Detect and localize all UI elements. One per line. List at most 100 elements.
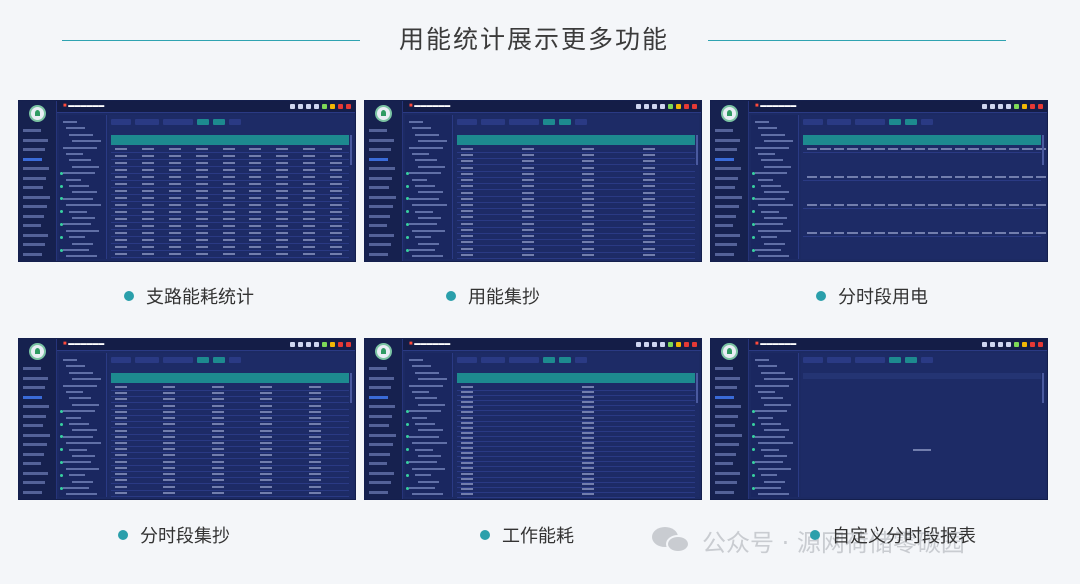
table-cell (163, 479, 176, 482)
device-tree-panel (405, 115, 453, 259)
tree-node-status-icon (406, 460, 409, 464)
thumbnail-working-energy[interactable]: ■ ▬▬▬▬▬▬ (364, 338, 702, 500)
tree-node-status-icon (60, 171, 63, 175)
table-cell (249, 176, 262, 178)
table-cell (168, 169, 181, 171)
table-cell (461, 185, 473, 188)
table-row (111, 222, 349, 223)
tree-node (418, 140, 447, 143)
table-cell (168, 239, 181, 241)
tree-node (758, 153, 775, 155)
table-cell (330, 176, 343, 178)
table-cell (582, 241, 594, 244)
table-cell (249, 225, 262, 227)
table-cell (521, 241, 534, 244)
toolbar-control (575, 357, 587, 363)
thumbnail-branch-energy-stats[interactable]: ■ ▬▬▬▬▬▬ (18, 100, 356, 262)
table-cell (163, 466, 176, 469)
status-indicator-icon (290, 342, 295, 347)
title-rule-left (62, 40, 360, 41)
table-header (803, 135, 1041, 145)
table-cell (141, 169, 154, 171)
tree-node (409, 384, 443, 387)
table-cell (1008, 204, 1020, 206)
table-cell (642, 197, 655, 200)
device-tree-panel (751, 353, 799, 497)
table-cell (807, 176, 818, 178)
sidebar-nav-item (23, 443, 47, 446)
sidebar-nav-item (23, 376, 48, 380)
table-row (803, 208, 1041, 209)
table-cell (249, 190, 262, 192)
table-cell (954, 232, 966, 234)
thumbnail-time-of-use-consumption[interactable]: ■ ▬▬▬▬▬▬ (710, 100, 1048, 262)
status-indicator-icon (982, 104, 987, 109)
table-cell (115, 460, 127, 463)
tree-node-status-icon (60, 184, 63, 188)
table-cell (521, 216, 534, 219)
table-cell (521, 166, 534, 169)
table-cell (276, 176, 289, 178)
device-tree-panel (59, 353, 107, 497)
table-cell (582, 467, 594, 470)
sidebar-nav-item (715, 252, 734, 256)
table-header (457, 135, 695, 145)
table-cell (249, 148, 262, 150)
status-indicator-icon (652, 342, 657, 347)
table-cell (642, 191, 655, 194)
table-row (457, 430, 695, 432)
table-cell (582, 210, 594, 213)
thumbnail-custom-time-of-use-report[interactable]: ■ ▬▬▬▬▬▬ (710, 338, 1048, 500)
sidebar-nav-item (715, 443, 739, 446)
table-row (457, 195, 695, 197)
table-row (111, 396, 349, 398)
table-cell (115, 417, 127, 420)
table-cell (115, 423, 127, 426)
status-indicator-icon (684, 342, 689, 347)
table-row (457, 435, 695, 437)
table-cell (168, 246, 181, 248)
table-cell (954, 148, 966, 150)
tree-node (66, 467, 99, 470)
toolbar-control (135, 119, 159, 125)
table-cell (249, 239, 262, 241)
table-cell (211, 435, 224, 438)
toolbar-control (803, 119, 823, 125)
tree-node (63, 223, 91, 226)
sidebar-nav-item (23, 157, 42, 161)
table-cell (642, 222, 655, 225)
vertical-scrollbar (696, 135, 698, 165)
status-indicator-icon (684, 104, 689, 109)
table-cell (303, 197, 316, 199)
sidebar-nav-item (369, 386, 391, 389)
table-cell (642, 148, 655, 150)
table-cell (521, 228, 534, 231)
table-cell (901, 232, 912, 234)
table-cell (914, 148, 925, 150)
table-row (111, 414, 349, 416)
tree-node (69, 397, 91, 400)
table-cell (115, 183, 127, 185)
status-indicator-icon (692, 104, 697, 109)
table-cell (981, 232, 993, 234)
tree-node (72, 217, 95, 219)
toolbar-control (855, 119, 885, 125)
table-cell (211, 460, 224, 463)
table-cell (1035, 232, 1046, 234)
table-cell (163, 454, 176, 457)
filter-toolbar (803, 357, 1043, 364)
tree-node (412, 127, 431, 130)
table-row (457, 420, 695, 422)
table-cell (461, 426, 473, 429)
table-cell (954, 176, 966, 178)
table-cell (1035, 176, 1046, 178)
app-topbar: ■ ▬▬▬▬▬▬ (403, 339, 701, 351)
table-row (111, 470, 349, 472)
thumbnail-energy-meter-reading[interactable]: ■ ▬▬▬▬▬▬ (364, 100, 702, 262)
sidebar-nav-item (715, 395, 734, 399)
table-cell (461, 482, 473, 485)
page-header: 用能统计展示更多功能 (0, 0, 1080, 84)
table-cell (195, 232, 208, 234)
table-cell (211, 485, 224, 488)
thumbnail-time-of-use-meter-reading[interactable]: ■ ▬▬▬▬▬▬ (18, 338, 356, 500)
